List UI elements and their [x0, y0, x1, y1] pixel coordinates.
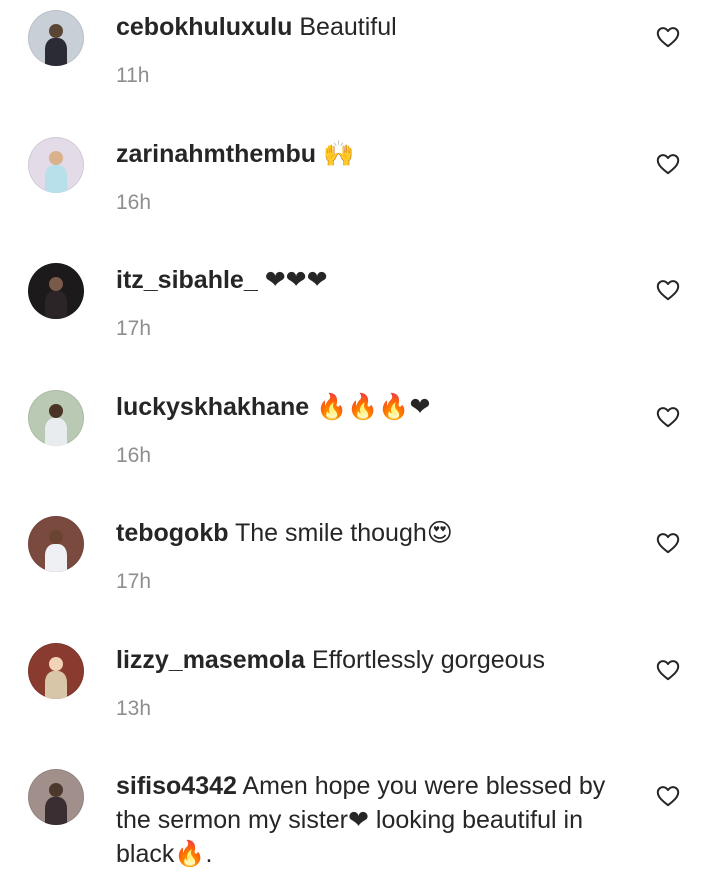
avatar[interactable]: [28, 516, 84, 572]
heart-outline-icon: [656, 407, 680, 428]
avatar-head: [49, 24, 63, 38]
comment-timestamp: 13h: [116, 697, 152, 720]
avatar-figure: [45, 165, 67, 193]
comment-timestamp: 17h: [116, 317, 152, 340]
comment-username[interactable]: tebogokb: [116, 519, 229, 547]
comment-timestamp: 16h: [116, 191, 152, 214]
like-heart-icon[interactable]: [656, 532, 680, 554]
avatar[interactable]: [28, 769, 84, 825]
avatar-figure: [45, 671, 67, 699]
comment-timestamp: 11h: [116, 64, 150, 87]
comment-username[interactable]: sifiso4342: [116, 772, 237, 800]
comment-body: sifiso4342 Amen hope you were blessed by…: [116, 769, 636, 871]
heart-outline-icon: [656, 154, 680, 175]
avatar[interactable]: [28, 263, 84, 319]
heart-outline-icon: [656, 533, 680, 554]
comment-body: luckyskhakhane 🔥🔥🔥❤ 16h: [116, 390, 636, 470]
like-heart-icon[interactable]: [656, 153, 680, 175]
avatar[interactable]: [28, 10, 84, 66]
avatar-figure: [45, 797, 67, 825]
heart-outline-icon: [656, 280, 680, 301]
heart-outline-icon: [656, 786, 680, 807]
avatar-figure: [45, 418, 67, 446]
avatar-head: [49, 151, 63, 165]
comment-text: 🙌: [322, 140, 355, 168]
avatar-figure: [45, 544, 67, 572]
comment-username[interactable]: itz_sibahle_: [116, 266, 258, 294]
avatar[interactable]: [28, 643, 84, 699]
comment-username[interactable]: zarinahmthembu: [116, 140, 316, 168]
like-heart-icon[interactable]: [656, 659, 680, 681]
comment-timestamp: 16h: [116, 444, 152, 467]
comment-username[interactable]: lizzy_masemola: [116, 646, 305, 674]
heart-outline-icon: [656, 27, 680, 48]
like-heart-icon[interactable]: [656, 279, 680, 301]
like-heart-icon[interactable]: [656, 26, 680, 48]
like-heart-icon[interactable]: [656, 406, 680, 428]
comment-text: Effortlessly gorgeous: [311, 646, 545, 674]
comment-text: 🔥🔥🔥❤: [316, 393, 431, 421]
avatar-head: [49, 783, 63, 797]
comment-body: cebokhuluxulu Beautiful 11h: [116, 10, 636, 90]
comment-body: zarinahmthembu 🙌 16h: [116, 137, 636, 217]
avatar-figure: [45, 38, 67, 66]
comment-text: Beautiful: [299, 13, 397, 41]
avatar-head: [49, 530, 63, 544]
comment-timestamp: 17h: [116, 570, 152, 593]
comment-body: itz_sibahle_ ❤❤❤ 17h: [116, 263, 636, 343]
heart-outline-icon: [656, 660, 680, 681]
comment-body: lizzy_masemola Effortlessly gorgeous 13h: [116, 643, 636, 723]
avatar[interactable]: [28, 137, 84, 193]
avatar-figure: [45, 291, 67, 319]
like-heart-icon[interactable]: [656, 785, 680, 807]
avatar-head: [49, 404, 63, 418]
comment-text: The smile though😍: [235, 519, 453, 547]
comment-username[interactable]: luckyskhakhane: [116, 393, 309, 421]
avatar[interactable]: [28, 390, 84, 446]
avatar-head: [49, 277, 63, 291]
comments-list: cebokhuluxulu Beautiful 11h zarinahmthembu…: [0, 0, 720, 888]
comment-body: tebogokb The smile though😍 17h: [116, 516, 636, 596]
avatar-head: [49, 657, 63, 671]
comment-text: ❤❤❤: [264, 266, 328, 294]
comment-username[interactable]: cebokhuluxulu: [116, 13, 292, 41]
